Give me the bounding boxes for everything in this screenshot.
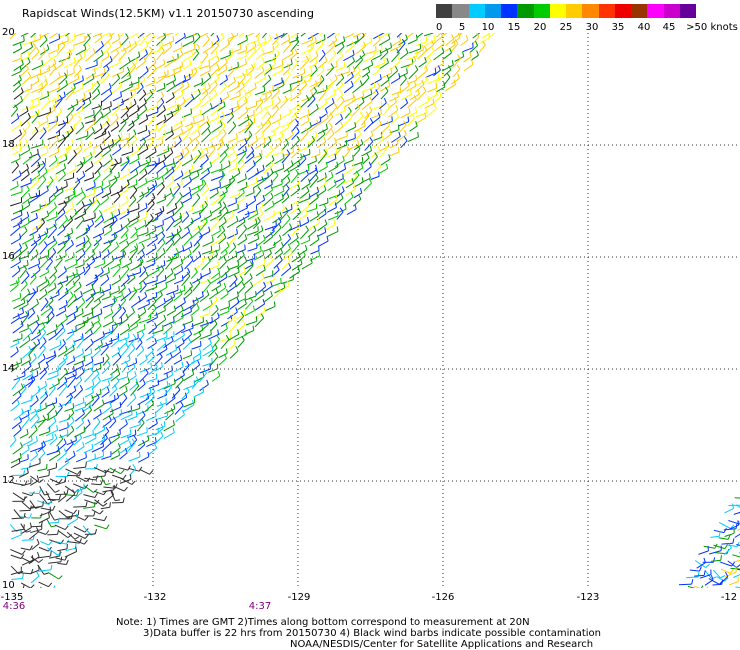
longitude-label: -123	[576, 592, 600, 603]
note-line-2: 3)Data buffer is 22 hrs from 20150730 4)…	[143, 628, 601, 639]
latitude-label: 14	[2, 363, 15, 374]
longitude-label: -132	[143, 592, 167, 603]
scale-tick-label: 20	[533, 22, 547, 33]
latitude-label: 12	[2, 475, 15, 486]
scale-swatch	[468, 4, 485, 18]
scale-swatch	[533, 4, 550, 18]
scale-tick-label: 35	[611, 22, 625, 33]
scale-swatch	[598, 4, 615, 18]
longitude-label: -12	[720, 592, 738, 603]
lat-lon-grid	[8, 33, 740, 588]
latitude-label: 16	[2, 251, 15, 262]
scale-unit-label: >50 knots	[686, 22, 738, 33]
latitude-label: 10	[2, 580, 15, 591]
note-line-3: NOAA/NESDIS/Center for Satellite Applica…	[290, 639, 594, 650]
scale-tick-label: 15	[507, 22, 521, 33]
scale-swatch	[647, 4, 664, 18]
map-title: Rapidscat Winds(12.5KM) v1.1 20150730 as…	[22, 7, 315, 20]
scale-swatch	[614, 4, 631, 18]
scale-swatch	[566, 4, 583, 18]
scale-tick-label: 0	[436, 22, 443, 33]
latitude-label: 20	[2, 27, 15, 38]
scale-swatch	[631, 4, 648, 18]
wind-speed-color-scale	[436, 4, 696, 18]
scale-swatch	[501, 4, 518, 18]
time-label: 4:37	[248, 601, 272, 612]
scale-swatch	[679, 4, 696, 18]
scale-swatch	[452, 4, 469, 18]
latitude-label: 18	[2, 139, 15, 150]
scale-swatch	[517, 4, 534, 18]
scale-tick-label: 45	[662, 22, 676, 33]
scale-swatch	[484, 4, 501, 18]
wind-map	[8, 33, 740, 588]
wind-barb-layer	[9, 33, 740, 588]
longitude-label: -126	[431, 592, 455, 603]
note-line-1: Note: 1) Times are GMT 2)Times along bot…	[116, 617, 530, 628]
scale-swatch	[436, 4, 453, 18]
scale-swatch	[582, 4, 599, 18]
scale-tick-label: 10	[481, 22, 495, 33]
scale-tick-label: 40	[637, 22, 651, 33]
scale-tick-label: 5	[458, 22, 466, 33]
wind-barb-map	[8, 33, 740, 588]
scale-swatch	[549, 4, 566, 18]
scale-tick-label: 25	[559, 22, 573, 33]
scale-tick-label: 30	[585, 22, 599, 33]
scale-swatch	[663, 4, 680, 18]
time-label: 4:36	[2, 601, 26, 612]
longitude-label: -129	[287, 592, 311, 603]
